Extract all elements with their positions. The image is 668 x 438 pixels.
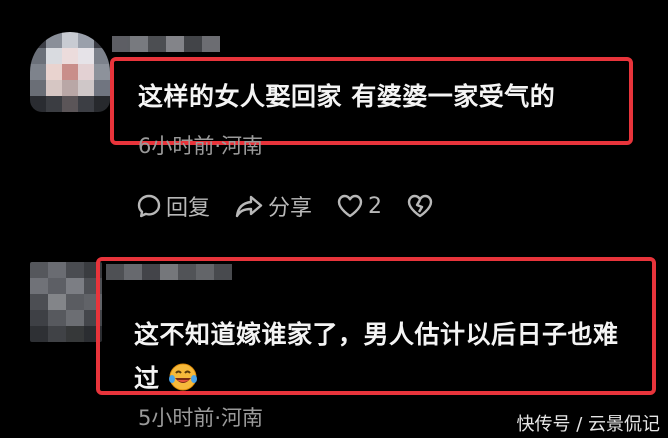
comment-meta: 5小时前·河南	[138, 406, 264, 430]
heart-icon	[336, 193, 364, 219]
avatar[interactable]	[30, 32, 110, 112]
username-blurred[interactable]	[112, 36, 220, 52]
comment-text-line: 这不知道嫁谁家了，男人估计以后日子也难	[134, 320, 619, 349]
reply-icon	[136, 193, 162, 219]
laughing-crying-emoji-icon	[168, 362, 198, 392]
like-count: 2	[368, 193, 383, 219]
comment-text-line-with-emoji: 过	[134, 357, 619, 401]
comment-actions: 回复 分享 2	[136, 190, 434, 222]
watermark: 快传号 / 云景侃记	[516, 414, 660, 435]
dislike-button[interactable]	[406, 193, 434, 219]
like-button[interactable]: 2	[336, 193, 382, 219]
comment-text: 这不知道嫁谁家了，男人估计以后日子也难 过	[134, 313, 619, 401]
share-button[interactable]: 分享	[234, 190, 312, 222]
share-label: 分享	[268, 196, 313, 221]
reply-button[interactable]: 回复	[136, 190, 210, 222]
dislike-icon	[406, 193, 434, 219]
comment-text-line: 过	[134, 364, 160, 393]
share-icon	[234, 193, 264, 219]
comment-text: 这样的女人娶回家 有婆婆一家受气的	[138, 82, 556, 111]
reply-label: 回复	[166, 196, 211, 221]
avatar[interactable]	[30, 262, 102, 342]
comment-meta: 6小时前·河南	[138, 134, 264, 158]
